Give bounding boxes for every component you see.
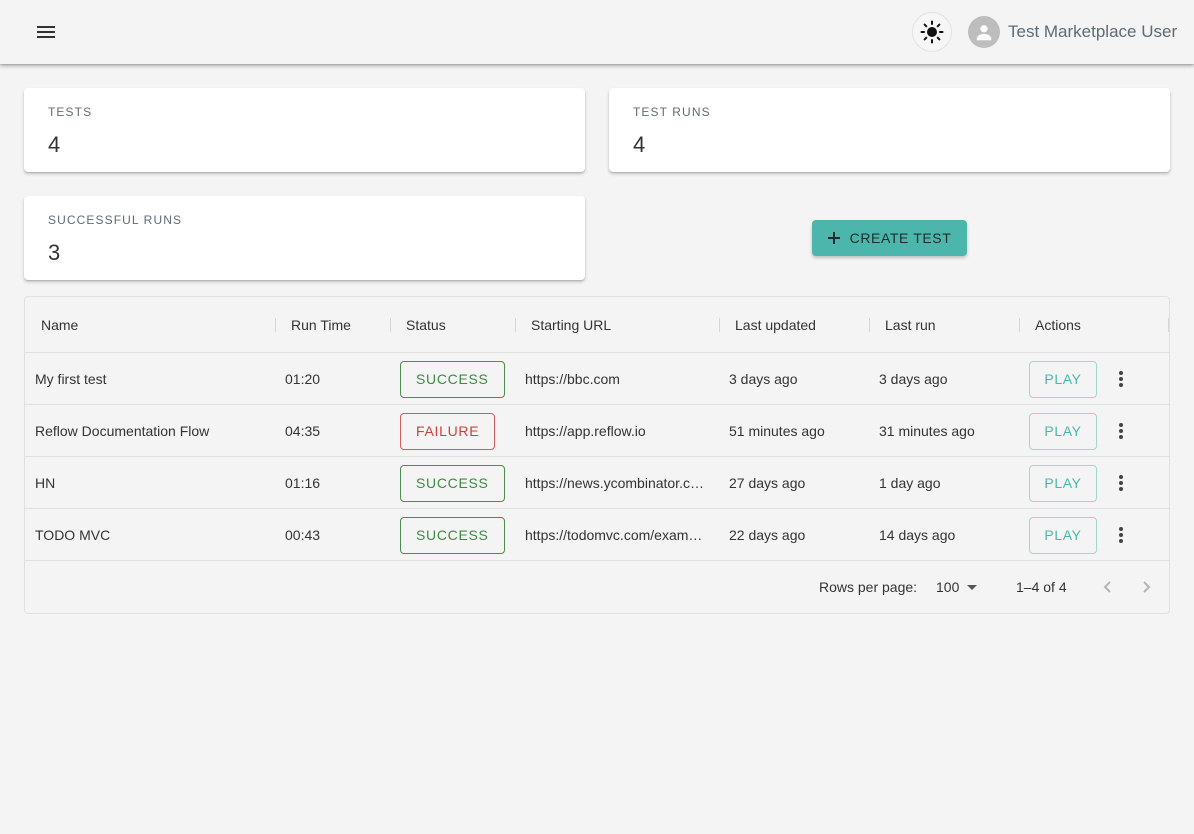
play-button[interactable]: PLAY	[1029, 412, 1097, 450]
last-run: 14 days ago	[879, 527, 956, 543]
starting-url: https://app.reflow.io	[525, 423, 646, 439]
play-button[interactable]: PLAY	[1029, 464, 1097, 502]
status-badge: SUCCESS	[400, 516, 505, 554]
last-updated: 22 days ago	[729, 527, 806, 543]
test-name: My first test	[35, 371, 107, 387]
user-menu[interactable]: Test Marketplace User	[968, 16, 1177, 48]
table-header: Name Run Time Status Starting URL Last u…	[25, 297, 1169, 353]
rows-per-page-label: Rows per page:	[819, 579, 918, 595]
run-time: 01:16	[285, 475, 321, 491]
column-header-name[interactable]: Name	[25, 297, 275, 353]
more-actions-button[interactable]	[1106, 416, 1136, 446]
column-header-last-run[interactable]: Last run	[869, 297, 1019, 353]
test-runs-card: TEST RUNS 4	[609, 88, 1170, 172]
run-time: 04:35	[285, 423, 321, 439]
caret-down-icon	[967, 584, 978, 590]
avatar	[968, 16, 1000, 48]
more-vertical-icon	[1119, 371, 1123, 387]
column-header-starting-url[interactable]: Starting URL	[515, 297, 719, 353]
test-name: HN	[35, 475, 56, 491]
last-run: 31 minutes ago	[879, 423, 975, 439]
last-updated: 51 minutes ago	[729, 423, 825, 439]
more-actions-button[interactable]	[1106, 364, 1136, 394]
column-header-actions: Actions	[1035, 317, 1081, 333]
more-vertical-icon	[1119, 423, 1123, 439]
successful-runs-label: SUCCESSFUL RUNS	[48, 213, 183, 227]
next-page-button[interactable]	[1132, 572, 1162, 602]
table-row[interactable]: HN 01:16 SUCCESS https://news.ycombinato…	[25, 457, 1169, 509]
run-time: 01:20	[285, 371, 321, 387]
table-pagination: Rows per page: 100 1–4 of 4	[25, 561, 1169, 613]
more-actions-button[interactable]	[1106, 520, 1136, 550]
test-name: TODO MVC	[35, 527, 111, 543]
last-updated: 27 days ago	[729, 475, 806, 491]
test-name: Reflow Documentation Flow	[35, 423, 210, 439]
last-run: 3 days ago	[879, 371, 948, 387]
starting-url: https://bbc.com	[525, 371, 620, 387]
table-row[interactable]: Reflow Documentation Flow 04:35 FAILURE …	[25, 405, 1169, 457]
create-test-button[interactable]: CREATE TEST	[812, 220, 967, 256]
last-updated: 3 days ago	[729, 371, 798, 387]
create-test-label: CREATE TEST	[849, 230, 952, 246]
more-vertical-icon	[1119, 475, 1123, 491]
starting-url: https://news.ycombinator.com	[525, 475, 709, 491]
tests-count: 4	[48, 132, 61, 157]
rows-per-page-select[interactable]: 100	[936, 561, 978, 613]
starting-url: https://todomvc.com/examples	[525, 527, 709, 543]
chevron-left-icon	[1103, 581, 1111, 593]
page-range: 1–4 of 4	[1016, 579, 1067, 595]
previous-page-button[interactable]	[1092, 572, 1122, 602]
column-header-run-time[interactable]: Run Time	[275, 297, 390, 353]
chevron-right-icon	[1143, 581, 1151, 593]
more-vertical-icon	[1119, 527, 1123, 543]
successful-runs-card: SUCCESSFUL RUNS 3	[24, 196, 585, 280]
test-runs-count: 4	[633, 132, 646, 157]
more-actions-button[interactable]	[1106, 468, 1136, 498]
tests-label: TESTS	[48, 105, 93, 119]
sun-icon	[920, 20, 944, 44]
run-time: 00:43	[285, 527, 321, 543]
column-header-status[interactable]: Status	[390, 297, 515, 353]
successful-runs-count: 3	[48, 240, 61, 265]
column-separator[interactable]	[1168, 318, 1169, 332]
tests-table: Name Run Time Status Starting URL Last u…	[24, 296, 1170, 614]
test-runs-label: TEST RUNS	[633, 105, 711, 119]
menu-icon	[37, 26, 55, 38]
play-button[interactable]: PLAY	[1029, 516, 1097, 554]
rows-per-page-value: 100	[936, 579, 960, 595]
status-badge: SUCCESS	[400, 360, 505, 398]
play-button[interactable]: PLAY	[1029, 360, 1097, 398]
column-header-last-updated[interactable]: Last updated	[719, 297, 869, 353]
status-badge: SUCCESS	[400, 464, 505, 502]
app-bar: Test Marketplace User	[0, 0, 1194, 64]
user-name: Test Marketplace User	[1008, 22, 1178, 41]
status-badge: FAILURE	[400, 412, 496, 450]
last-run: 1 day ago	[879, 475, 941, 491]
table-row[interactable]: TODO MVC 00:43 SUCCESS https://todomvc.c…	[25, 509, 1169, 561]
tests-card: TESTS 4	[24, 88, 585, 172]
plus-icon	[827, 232, 840, 244]
person-icon	[976, 25, 992, 41]
table-row[interactable]: My first test 01:20 SUCCESS https://bbc.…	[25, 353, 1169, 405]
menu-button[interactable]	[26, 12, 66, 52]
theme-toggle-button[interactable]	[912, 12, 952, 52]
